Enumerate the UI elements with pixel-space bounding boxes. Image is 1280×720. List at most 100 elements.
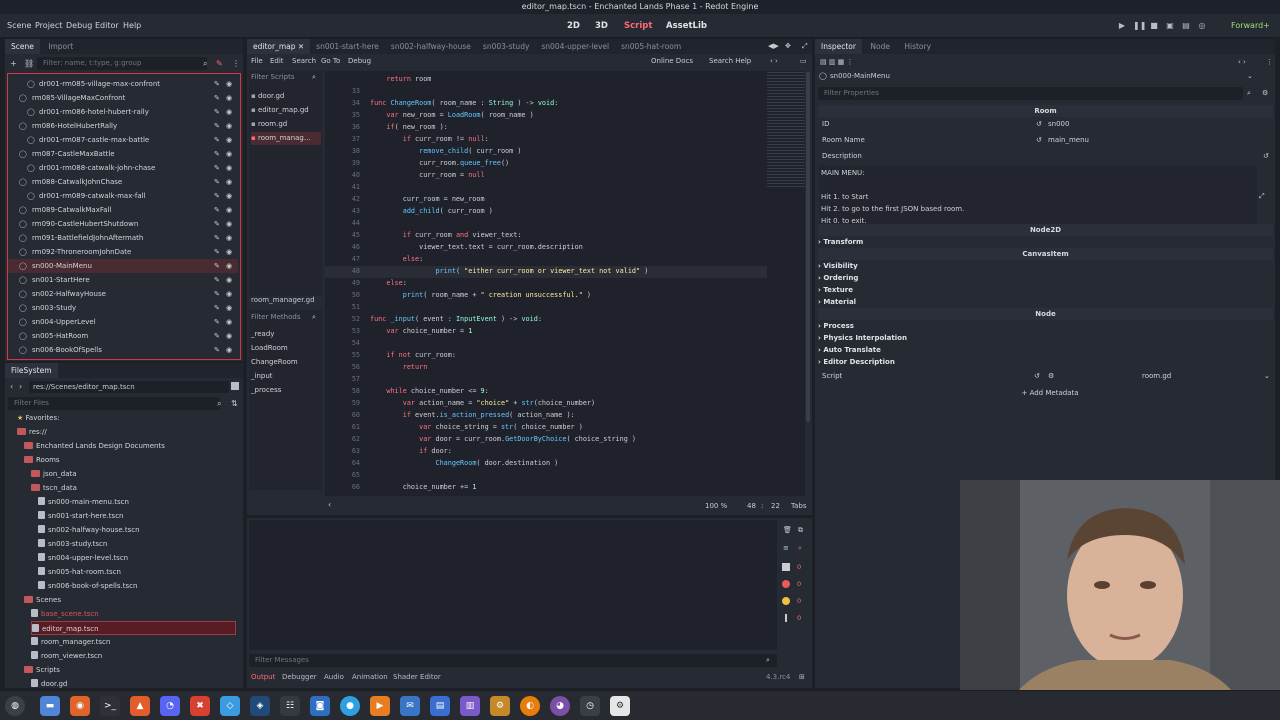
method-list-item[interactable]: ChangeRoom (251, 356, 321, 369)
pause-icon[interactable]: ❚❚ (1133, 21, 1146, 31)
split-icon[interactable] (231, 382, 239, 390)
workspace-assetlib[interactable]: AssetLib (666, 14, 707, 38)
method-list-item[interactable]: _ready (251, 328, 321, 341)
output-log[interactable] (249, 520, 777, 650)
code-line[interactable]: 52 func _input( event : InputEvent ) -> v… (330, 313, 542, 325)
code-line[interactable]: 62 var door = curr_room.GetDoorByChoice(… (330, 433, 636, 445)
tab-scroll-icons[interactable]: ◀▶ (768, 42, 779, 50)
code-line[interactable]: 60 if event.is_action_pressed( action_na… (330, 409, 575, 421)
history-arrows-icon[interactable]: ‹ › (1238, 58, 1246, 66)
script-icon[interactable]: ✎ (214, 231, 224, 245)
script-list-item[interactable]: ▪ door.gd (251, 90, 321, 103)
code-line[interactable]: 58 while choice_number <= 9: (330, 385, 489, 397)
id-value[interactable]: sn000 (1048, 118, 1069, 130)
code-line[interactable]: 35 var new_room = LoadRoom( room_name ) (330, 109, 534, 121)
play-custom-icon[interactable]: ▤ (1181, 21, 1191, 31)
panel-icon[interactable]: ▭ (800, 57, 807, 65)
visibility-icon[interactable]: ◉ (226, 217, 236, 231)
clear-icon[interactable]: 🗑 (783, 526, 792, 534)
script-tab[interactable]: sn002-halfway-house (385, 39, 477, 54)
tab-node[interactable]: Node (864, 39, 896, 54)
script-tab[interactable]: editor_map ✕ (247, 39, 311, 54)
scene-tree-item[interactable]: ◯ sn003-Study ✎ ◉ (8, 301, 238, 315)
filter-scripts-input[interactable]: Filter Scripts (251, 73, 295, 81)
scene-tree-item[interactable]: ◯ dr001-rm086-hotel-hubert-rally ✎ ◉ (8, 105, 238, 119)
chevron-down-icon[interactable]: ⌄ (1264, 370, 1270, 382)
scene-tree-item[interactable]: ◯ sn002-HalfwayHouse ✎ ◉ (8, 287, 238, 301)
visibility-icon[interactable]: ◉ (226, 91, 236, 105)
script-icon[interactable]: ✎ (214, 343, 224, 357)
filesystem-item[interactable]: json_data (31, 467, 236, 481)
inspector-toolbar-icons[interactable]: ▤ ▥ ▦ ⋮ (820, 58, 854, 66)
warning-icon[interactable] (782, 597, 790, 605)
scene-tree-item[interactable]: ◯ rm090-CastleHubertShutdown ✎ ◉ (8, 217, 238, 231)
script-icon[interactable]: ✎ (214, 273, 224, 287)
workspace-2d[interactable]: 2D (567, 14, 580, 38)
redot-engine-icon[interactable]: ⚙ (610, 696, 630, 716)
filesystem-item[interactable]: editor_map.tscn (31, 621, 236, 635)
add-metadata-button[interactable]: + Add Metadata (820, 387, 1280, 399)
script-icon[interactable]: ✎ (214, 161, 224, 175)
file-manager-icon[interactable]: ▬ (40, 696, 60, 716)
code-line[interactable]: 53 var choice_number = 1 (330, 325, 473, 337)
scene-tree-item[interactable]: ◯ sn005-HatRoom ✎ ◉ (8, 329, 238, 343)
text-editor-icon[interactable]: ▥ (460, 696, 480, 716)
script-menu-file[interactable]: File (251, 57, 263, 65)
visibility-icon[interactable]: ◉ (226, 315, 236, 329)
tab-inspector[interactable]: Inspector (815, 39, 862, 54)
scene-tree-item[interactable]: ◯ rm087-CastleMaxBattle ✎ ◉ (8, 147, 238, 161)
script-icon[interactable]: ✎ (214, 315, 224, 329)
toggle-list-icon[interactable]: ‹ (328, 500, 331, 509)
code-line[interactable]: 55 if not curr_room: (330, 349, 456, 361)
code-line[interactable]: 38 remove_child( curr_room ) (330, 145, 522, 157)
document-icon[interactable]: ▤ (430, 696, 450, 716)
code-line[interactable]: 41 (330, 181, 370, 193)
filesystem-item[interactable]: res:// (17, 425, 236, 439)
tab-history[interactable]: History (898, 39, 937, 54)
script-icon[interactable]: ✎ (214, 287, 224, 301)
close-icon[interactable]: ✕ (295, 42, 304, 51)
room-name-value[interactable]: main_menu (1048, 134, 1089, 146)
script-menu-debug[interactable]: Debug (348, 57, 371, 65)
code-line[interactable]: 64 ChangeRoom( door.destination ) (330, 457, 558, 469)
visibility-icon[interactable]: ◉ (226, 259, 236, 273)
mixer-icon[interactable]: ☷ (280, 696, 300, 716)
revert-icon[interactable]: ↺ (1263, 150, 1269, 162)
section-transform[interactable]: › Transform (818, 236, 1273, 248)
filesystem-item[interactable]: sn004-upper-level.tscn (38, 551, 236, 565)
scene-tree-item[interactable]: ◯ rm089-CatwalkMaxFall ✎ ◉ (8, 203, 238, 217)
online-docs-button[interactable]: Online Docs (651, 57, 693, 65)
kebab-menu-icon[interactable]: ⋮ (232, 59, 240, 68)
script-tab[interactable]: sn003-study (477, 39, 535, 54)
script-value[interactable]: room.gd (1142, 370, 1171, 382)
script-icon[interactable]: ✎ (216, 59, 223, 68)
copy-icon[interactable]: ⧉ (798, 526, 803, 535)
filesystem-item[interactable]: door.gd (31, 677, 236, 691)
filesystem-item[interactable]: room_manager.tscn (31, 635, 236, 649)
filter-properties-input[interactable]: Filter Properties (818, 87, 1243, 100)
visibility-icon[interactable]: ◉ (226, 231, 236, 245)
visibility-icon[interactable]: ◉ (226, 245, 236, 259)
discord-icon[interactable]: ◔ (160, 696, 180, 716)
code-line[interactable]: 54 (330, 337, 370, 349)
scene-tree-item[interactable]: ◯ sn006-BookOfSpells ✎ ◉ (8, 343, 238, 357)
settings-icon[interactable]: ⚙ (1262, 89, 1268, 97)
file-filter-input[interactable]: Filter Files (8, 397, 220, 410)
move-icon[interactable]: ✥ (785, 42, 791, 50)
menu-help[interactable]: Help (123, 14, 141, 38)
tab-debugger[interactable]: Debugger (282, 671, 317, 683)
clock-icon[interactable]: ◷ (580, 696, 600, 716)
code-line[interactable]: 46 viewer_text.text = curr_room.descript… (330, 241, 583, 253)
log-message-icon[interactable] (782, 563, 790, 571)
script-tab[interactable]: sn004-upper-level (535, 39, 615, 54)
section-process[interactable]: › Process (818, 320, 1273, 332)
filesystem-item[interactable]: ★ Favorites: (17, 411, 236, 425)
expand-icon[interactable]: ⤢ (1259, 192, 1265, 201)
list-icon[interactable]: ≡ (783, 544, 789, 552)
method-list-item[interactable]: LoadRoom (251, 342, 321, 355)
code-line[interactable]: 65 (330, 469, 370, 481)
filesystem-item[interactable]: base_scene.tscn (31, 607, 236, 621)
scene-tree-item[interactable]: ◯ rm092-ThroneroomJohnDate ✎ ◉ (8, 245, 238, 259)
method-list-item[interactable]: _input (251, 370, 321, 383)
expand-icon[interactable]: ⤢ (802, 42, 808, 51)
